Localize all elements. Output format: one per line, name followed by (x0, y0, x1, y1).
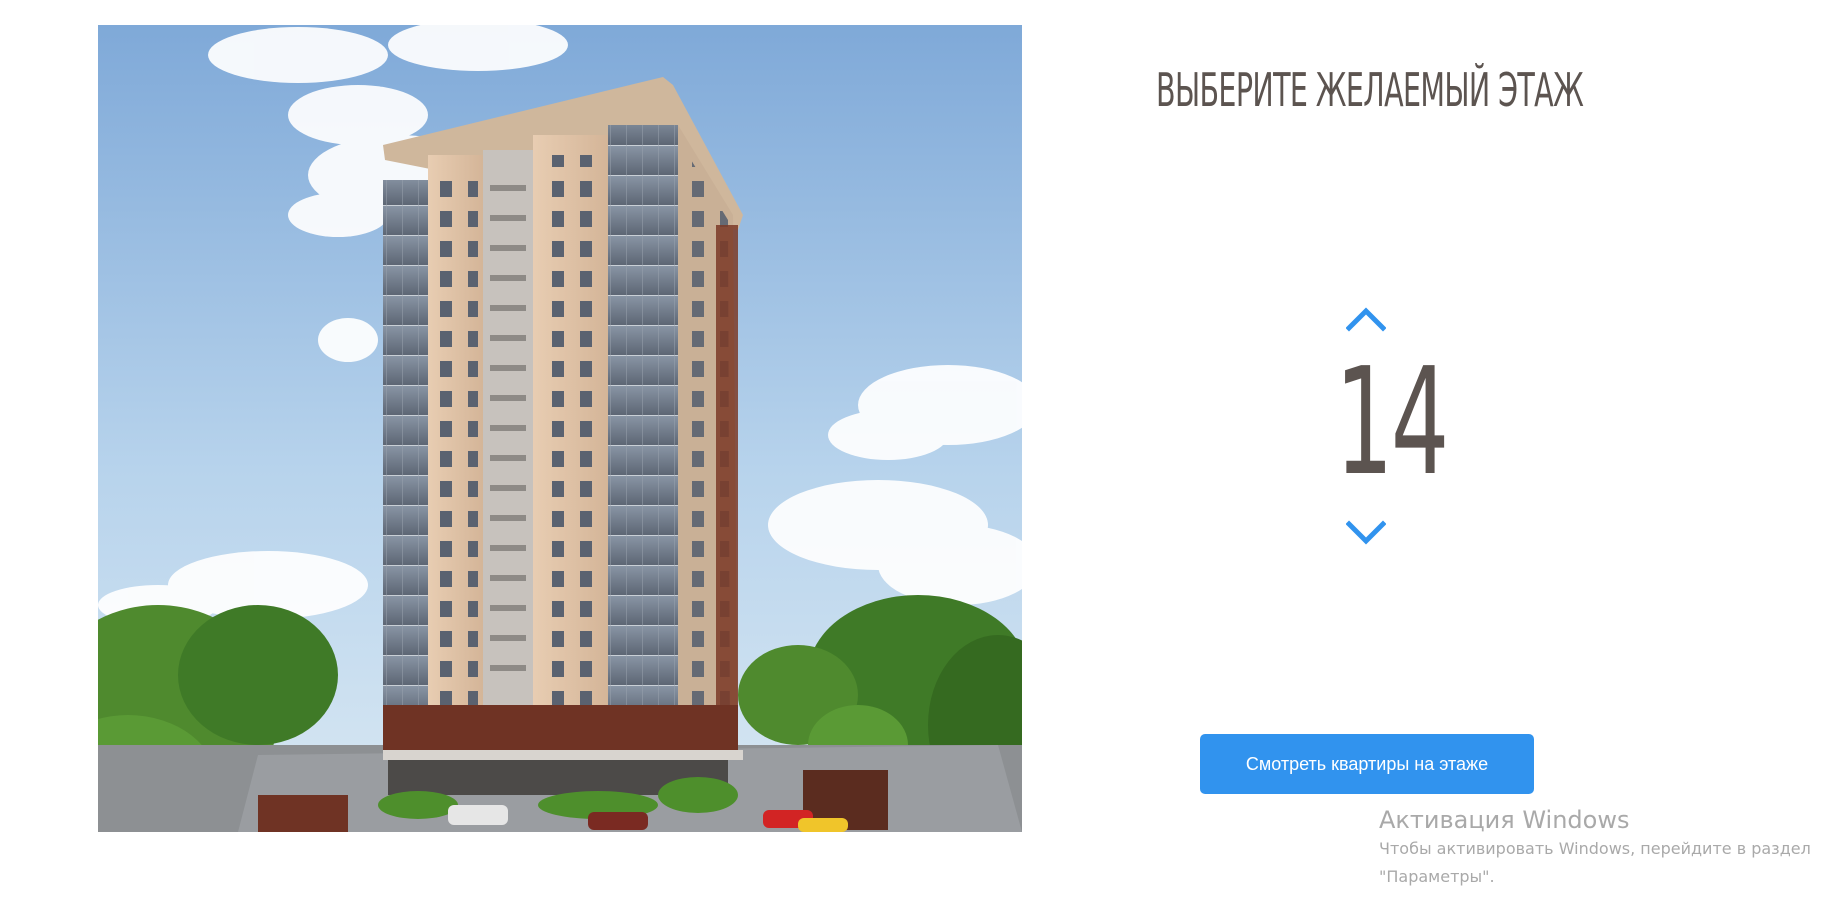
chevron-up-icon (1346, 307, 1386, 332)
watermark-line-1: Чтобы активировать Windows, перейдите в … (1379, 839, 1811, 858)
chevron-down-icon (1346, 520, 1386, 545)
page: ВЫБЕРИТЕ ЖЕЛАЕМЫЙ ЭТАЖ 14 Смотреть кварт… (0, 0, 1838, 900)
floor-selector: 14 (1316, 300, 1449, 560)
view-floor-apartments-button[interactable]: Смотреть квартиры на этаже (1200, 734, 1534, 794)
floor-up-button[interactable] (1346, 304, 1386, 332)
watermark-line-2: "Параметры". (1379, 867, 1495, 886)
page-title: ВЫБЕРИТЕ ЖЕЛАЕМЫЙ ЭТАЖ (1156, 63, 1584, 117)
watermark-title: Активация Windows (1379, 806, 1630, 834)
building-image (98, 25, 1022, 832)
floor-number: 14 (1335, 336, 1449, 508)
windows-activation-watermark: Активация Windows Чтобы активировать Win… (1379, 805, 1811, 891)
floor-down-button[interactable] (1346, 520, 1386, 548)
